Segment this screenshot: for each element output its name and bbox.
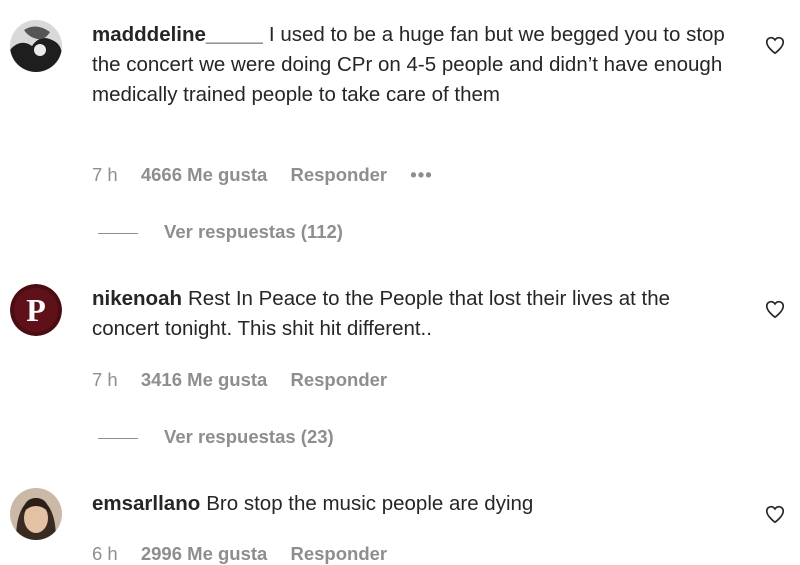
- comment-text: Bro stop the music people are dying: [206, 492, 534, 515]
- replies-divider: [98, 232, 138, 234]
- comment-time[interactable]: 7 h: [92, 164, 118, 185]
- comment-likes[interactable]: 2996 Me gusta: [141, 543, 267, 564]
- comment-time[interactable]: 7 h: [92, 369, 118, 390]
- view-replies-button[interactable]: Ver respuestas (112): [98, 221, 343, 243]
- view-replies-label: Ver respuestas (23): [164, 426, 334, 447]
- more-options-icon[interactable]: •••: [410, 164, 432, 185]
- replies-divider: [98, 437, 138, 439]
- heart-icon[interactable]: [764, 34, 786, 56]
- avatar-letter: P: [26, 292, 46, 328]
- comment-text-block: emsarllano Bro stop the music people are …: [92, 489, 742, 519]
- comment-username[interactable]: nikenoah: [92, 287, 182, 310]
- avatar[interactable]: P: [10, 284, 62, 336]
- view-replies-button[interactable]: Ver respuestas (23): [98, 426, 334, 448]
- comment-time[interactable]: 6 h: [92, 543, 118, 564]
- comment-text-block: madddeline_____ I used to be a huge fan b…: [92, 20, 742, 110]
- comment-likes[interactable]: 3416 Me gusta: [141, 369, 267, 390]
- comment-username[interactable]: emsarllano: [92, 492, 200, 515]
- comment-meta: 7 h 4666 Me gusta Responder •••: [92, 164, 451, 186]
- heart-icon[interactable]: [764, 503, 786, 525]
- avatar[interactable]: [10, 488, 62, 540]
- reply-button[interactable]: Responder: [290, 369, 387, 390]
- comment-likes[interactable]: 4666 Me gusta: [141, 164, 267, 185]
- reply-button[interactable]: Responder: [290, 543, 387, 564]
- comment-meta: 7 h 3416 Me gusta Responder: [92, 369, 405, 391]
- view-replies-label: Ver respuestas (112): [164, 221, 343, 242]
- heart-icon[interactable]: [764, 298, 786, 320]
- comment-username[interactable]: madddeline_____: [92, 23, 263, 46]
- reply-button[interactable]: Responder: [290, 164, 387, 185]
- comment-meta: 6 h 2996 Me gusta Responder: [92, 543, 405, 565]
- avatar[interactable]: [10, 20, 62, 72]
- comment-text-block: nikenoah Rest In Peace to the People that…: [92, 284, 742, 344]
